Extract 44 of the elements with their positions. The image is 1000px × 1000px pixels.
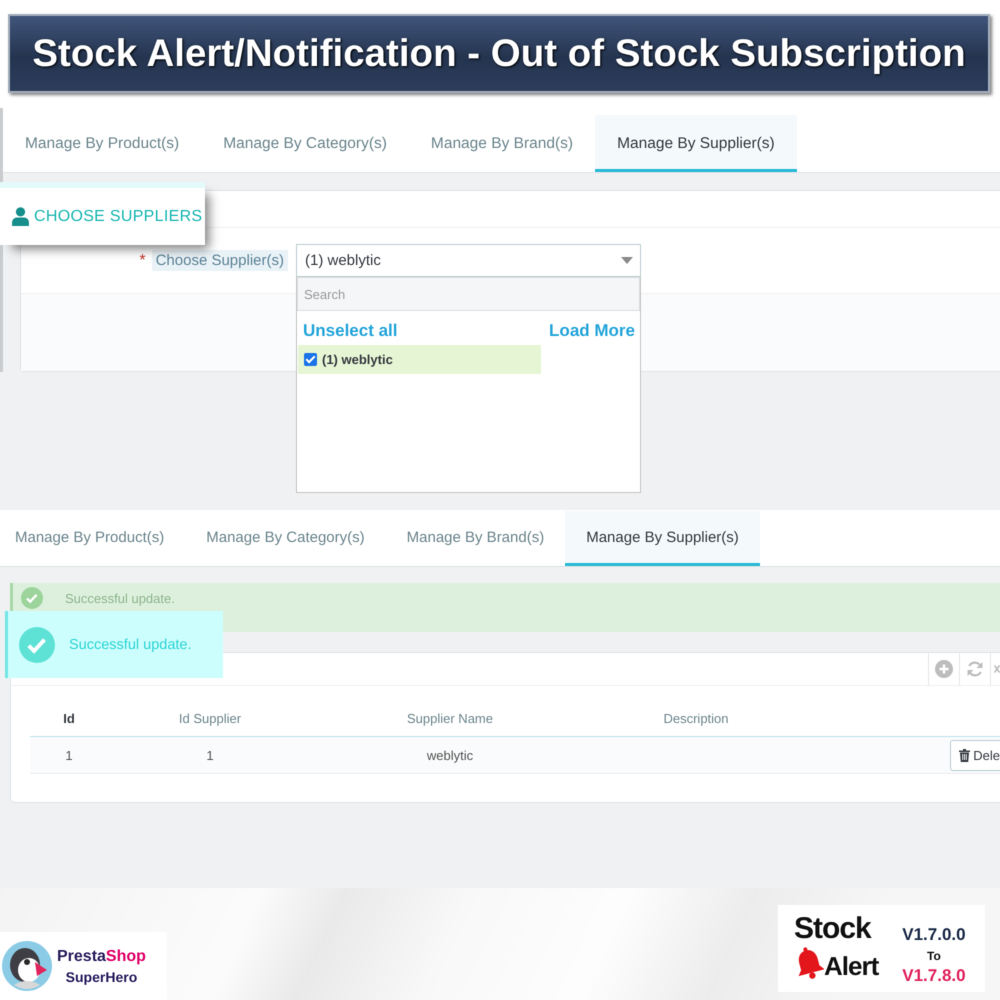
- tab[interactable]: Manage By Category(s): [201, 115, 409, 172]
- trash-icon: [959, 748, 970, 762]
- refresh-icon: [966, 660, 984, 678]
- tab[interactable]: Manage By Product(s): [0, 511, 186, 566]
- tab[interactable]: Manage By Category(s): [185, 511, 386, 566]
- version-range-word: To: [927, 949, 941, 963]
- column-header: Supplier Name: [407, 710, 493, 726]
- brand-tagline: SuperHero: [66, 968, 138, 984]
- search-field[interactable]: Search: [297, 277, 640, 311]
- brand-wordmark: PrestaShop: [57, 948, 146, 966]
- logo-subtitle: Alert: [824, 951, 878, 981]
- section-heading: CHOOSE SUPPLIERS: [34, 208, 202, 226]
- add-icon: [935, 660, 953, 678]
- row-value: 1: [65, 748, 73, 762]
- logo-title: Stock: [794, 913, 872, 945]
- tab[interactable]: Manage By Supplier(s): [595, 115, 797, 172]
- row-value: 1: [206, 748, 214, 762]
- title-banner: Stock Alert/Notification - Out of Stock Subscription: [8, 14, 990, 93]
- column-header: Description: [663, 710, 729, 726]
- check-circle-icon: [21, 587, 43, 609]
- toast-message: Successful update.: [69, 636, 192, 652]
- tab[interactable]: Manage By Product(s): [3, 115, 202, 172]
- tab[interactable]: Manage By Brand(s): [386, 511, 566, 566]
- dropdown-option[interactable]: (1) weblytic: [298, 345, 541, 374]
- tab[interactable]: Manage By Supplier(s): [565, 511, 760, 566]
- field-label: Choose Supplier(s): [152, 250, 288, 271]
- user-icon: [12, 207, 29, 226]
- row-value: weblytic: [426, 748, 474, 762]
- load-more-link[interactable]: Load More: [549, 321, 635, 341]
- unselect-all-link[interactable]: Unselect all: [303, 321, 398, 341]
- checkbox[interactable]: [304, 353, 317, 366]
- caret-icon: [621, 257, 633, 264]
- delete-button[interactable]: Dele: [950, 740, 1000, 770]
- version-to: V1.7.8.0: [902, 966, 966, 986]
- supplier-select[interactable]: (1) weblytic: [296, 244, 641, 277]
- close-icon: [994, 665, 1000, 673]
- version-from: V1.7.0.0: [902, 925, 966, 945]
- column-header: Id: [63, 710, 75, 726]
- close-button[interactable]: [990, 653, 1000, 685]
- check-circle-icon: [19, 626, 55, 662]
- column-header: Id Supplier: [178, 710, 242, 726]
- alert-message: Successful update.: [65, 591, 175, 606]
- required-mark: *: [139, 252, 146, 270]
- tab[interactable]: Manage By Brand(s): [408, 115, 596, 172]
